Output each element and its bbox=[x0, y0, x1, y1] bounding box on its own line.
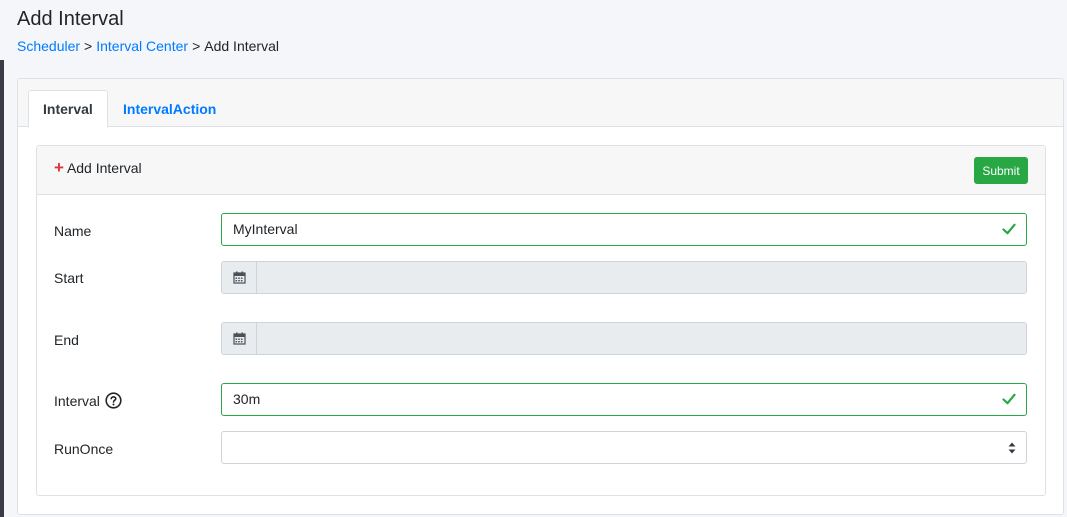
runonce-select[interactable] bbox=[221, 431, 1027, 464]
submit-button[interactable]: Submit bbox=[974, 157, 1028, 184]
interval-input-value: 30m bbox=[233, 391, 261, 407]
breadcrumb-separator: > bbox=[84, 38, 93, 54]
start-input[interactable] bbox=[256, 261, 1027, 294]
check-icon bbox=[1002, 223, 1016, 235]
sort-arrows-icon bbox=[1008, 442, 1016, 454]
end-label: End bbox=[54, 332, 79, 348]
card-header: + Add Interval Submit bbox=[37, 146, 1045, 195]
end-calendar-button[interactable] bbox=[221, 322, 257, 355]
breadcrumb-link-scheduler[interactable]: Scheduler bbox=[17, 38, 80, 54]
plus-icon: + bbox=[54, 158, 64, 177]
name-label: Name bbox=[54, 223, 92, 239]
page-header: Add Interval Scheduler > Interval Center > A… bbox=[17, 6, 279, 54]
interval-label: Interval bbox=[54, 392, 122, 410]
check-icon bbox=[1002, 393, 1016, 405]
card-title-text: Add Interval bbox=[66, 160, 142, 176]
add-interval-card: + Add Interval Submit Name MyInterval Sta… bbox=[36, 145, 1046, 496]
breadcrumb-link-interval-center[interactable]: Interval Center bbox=[96, 38, 188, 54]
start-label: Start bbox=[54, 270, 84, 286]
sidebar-edge-dark bbox=[0, 60, 4, 517]
start-date-group bbox=[221, 261, 1027, 294]
runonce-label: RunOnce bbox=[54, 441, 114, 457]
interval-input[interactable]: 30m bbox=[221, 383, 1027, 416]
breadcrumb-current: Add Interval bbox=[204, 38, 279, 54]
calendar-icon bbox=[233, 332, 246, 345]
start-calendar-button[interactable] bbox=[221, 261, 257, 294]
tab-interval-action[interactable]: IntervalAction bbox=[108, 90, 231, 128]
tabs-card: Interval IntervalAction + Add Interval Su… bbox=[17, 78, 1064, 515]
tab-interval[interactable]: Interval bbox=[28, 90, 108, 128]
question-circle-icon[interactable] bbox=[105, 392, 122, 409]
breadcrumb: Scheduler > Interval Center > Add Interval bbox=[17, 38, 279, 54]
name-input[interactable]: MyInterval bbox=[221, 213, 1027, 246]
page-title: Add Interval bbox=[17, 8, 124, 30]
card-title: + Add Interval bbox=[54, 159, 142, 177]
interval-label-text: Interval bbox=[54, 393, 100, 409]
calendar-icon bbox=[233, 271, 246, 284]
tab-bar: Interval IntervalAction bbox=[18, 79, 1063, 128]
end-input[interactable] bbox=[256, 322, 1027, 355]
name-input-value: MyInterval bbox=[233, 221, 298, 237]
breadcrumb-separator: > bbox=[192, 38, 201, 54]
end-date-group bbox=[221, 322, 1027, 355]
